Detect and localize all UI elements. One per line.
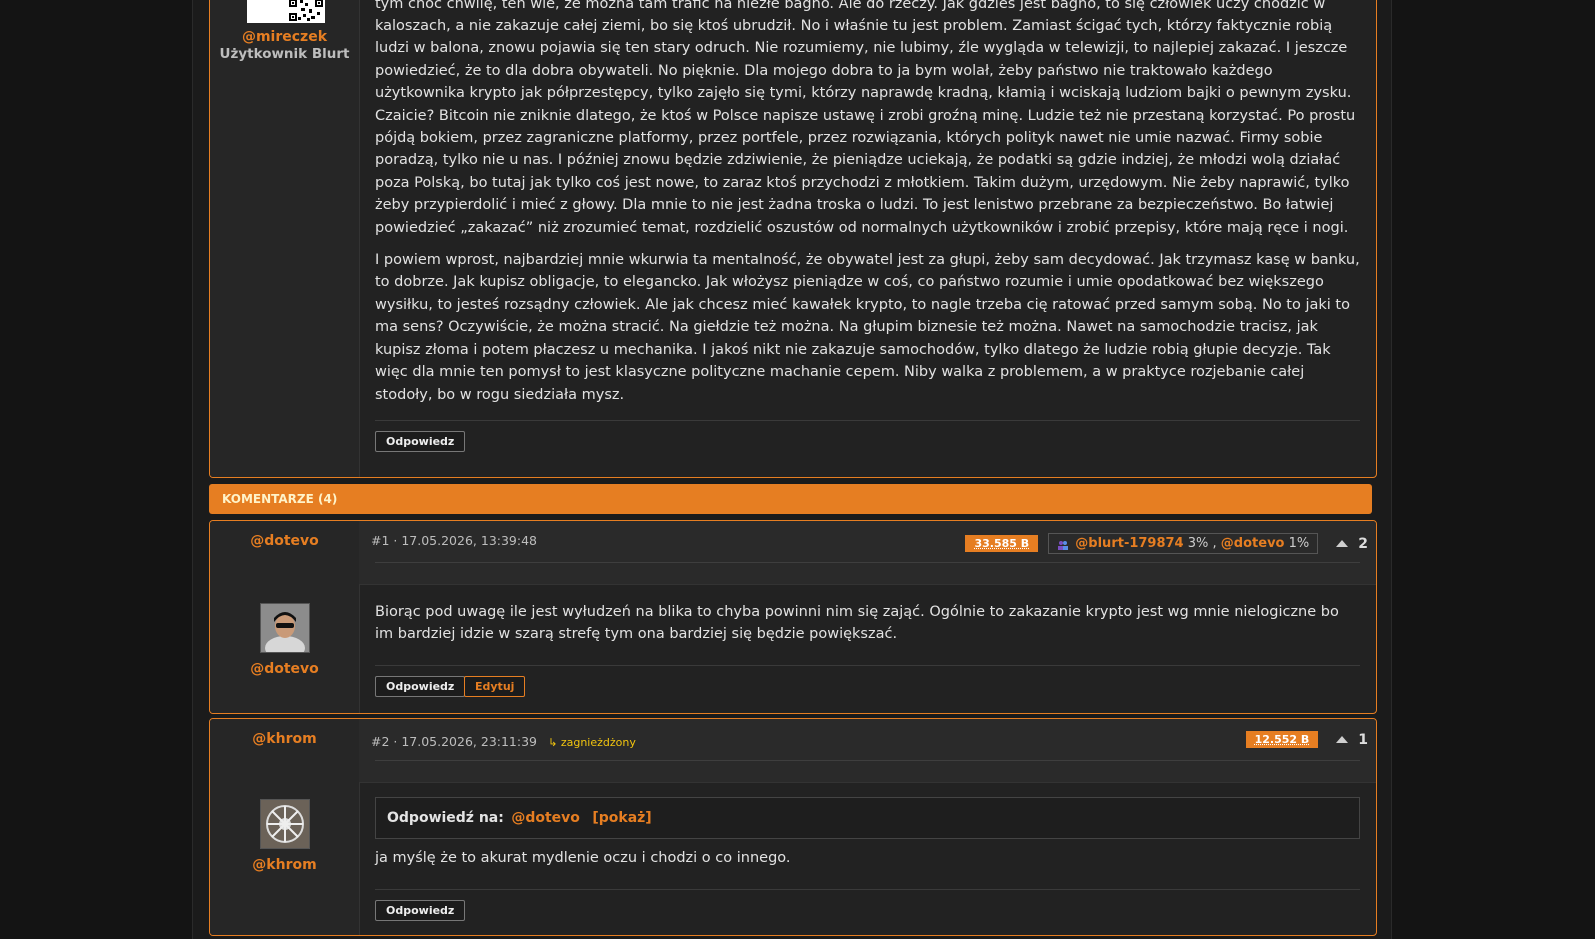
comment-author-name[interactable]: @dotevo — [210, 533, 359, 549]
post-paragraph: kaloszach, a nie zakazuje całej ziemi, b… — [375, 18, 1356, 236]
comment-author-name[interactable]: @khrom — [210, 731, 359, 747]
post-paragraph: tym choć chwilę, ten wie, że można tam t… — [375, 0, 1326, 12]
comment-meta: #1 · 17.05.2026, 13:39:48 — [371, 533, 538, 548]
reply-quote: Odpowiedź na: @dotevo [pokaż] — [375, 797, 1360, 839]
reply-button[interactable]: Odpowiedz — [375, 900, 466, 921]
comment-card: @dotevo #1 · 17.05.2026, 13:39:48 33.585… — [209, 520, 1377, 714]
post-author-name[interactable]: @mireczek — [210, 29, 359, 45]
nested-badge: ↳ zagnieżdżony — [548, 736, 636, 749]
comment-toolbar: 12.552 B 1 — [1245, 731, 1368, 748]
comment-meta-row: #2 · 17.05.2026, 23:11:39 ↳ zagnieżdżony — [371, 731, 636, 750]
comment-author-name[interactable]: @khrom — [210, 857, 359, 873]
quote-user[interactable]: @dotevo — [511, 810, 580, 826]
divider — [375, 562, 1360, 563]
comment-card: @khrom #2 · 17.05.2026, 23:11:39 ↳ zagni… — [209, 718, 1377, 936]
reply-button[interactable]: Odpowiedz — [375, 431, 466, 452]
voters-icon — [1057, 539, 1069, 550]
avatar[interactable] — [260, 603, 310, 653]
post-author-role: Użytkownik Blurt — [219, 46, 350, 62]
comments-header: KOMENTARZE (4) — [209, 484, 1372, 514]
comment-text: ja myślę że to akurat mydlenie oczu i ch… — [375, 850, 791, 866]
vote-count: 2 — [1358, 535, 1368, 552]
divider — [375, 420, 1360, 421]
comment-header — [359, 719, 1376, 783]
qr-avatar[interactable] — [247, 0, 325, 23]
voter-percent: 1% — [1288, 536, 1310, 551]
comment-author-name[interactable]: @dotevo — [210, 661, 359, 677]
comment-meta: #2 · 17.05.2026, 23:11:39 — [371, 734, 538, 749]
reply-button[interactable]: Odpowiedz — [375, 676, 466, 697]
post-author-column: @mireczek Użytkownik Blurt — [210, 0, 360, 477]
avatar[interactable] — [260, 799, 310, 849]
divider — [375, 665, 1360, 666]
comment-toolbar: 33.585 B @blurt-179874 3% , @dotevo 1% 2 — [965, 533, 1368, 554]
comment-text: Biorąc pod uwagę ile jest wyłudzeń na bl… — [375, 604, 1339, 643]
post-paragraph: I powiem wprost, najbardziej mnie wkurwi… — [375, 252, 1360, 403]
comments-count: KOMENTARZE (4) — [222, 492, 338, 506]
upvote-icon[interactable] — [1336, 736, 1349, 743]
qr-code-icon — [289, 0, 323, 21]
post-body: tym choć chwilę, ten wie, że można tam t… — [375, 0, 1360, 416]
edit-button[interactable]: Edytuj — [464, 676, 526, 697]
emblem-icon — [261, 800, 309, 848]
post-card: @mireczek Użytkownik Blurt tym choć chwi… — [209, 0, 1377, 478]
quote-label: Odpowiedź na: — [387, 810, 504, 826]
user-photo-icon — [261, 604, 309, 652]
divider — [375, 760, 1360, 761]
voters-list[interactable]: @blurt-179874 3% , @dotevo 1% — [1048, 533, 1319, 554]
voter-name[interactable]: @blurt-179874 — [1075, 536, 1183, 551]
upvote-icon[interactable] — [1336, 540, 1349, 547]
divider — [375, 889, 1360, 890]
page-container: @mireczek Użytkownik Blurt tym choć chwi… — [192, 0, 1392, 939]
voter-separator: , — [1212, 536, 1217, 551]
payout-value[interactable]: 33.585 B — [965, 535, 1039, 552]
vote-count: 1 — [1358, 731, 1368, 748]
voter-name[interactable]: @dotevo — [1221, 536, 1285, 551]
payout-value[interactable]: 12.552 B — [1245, 731, 1319, 748]
voter-percent: 3% — [1187, 536, 1209, 551]
show-quote-link[interactable]: [pokaż] — [592, 810, 651, 826]
